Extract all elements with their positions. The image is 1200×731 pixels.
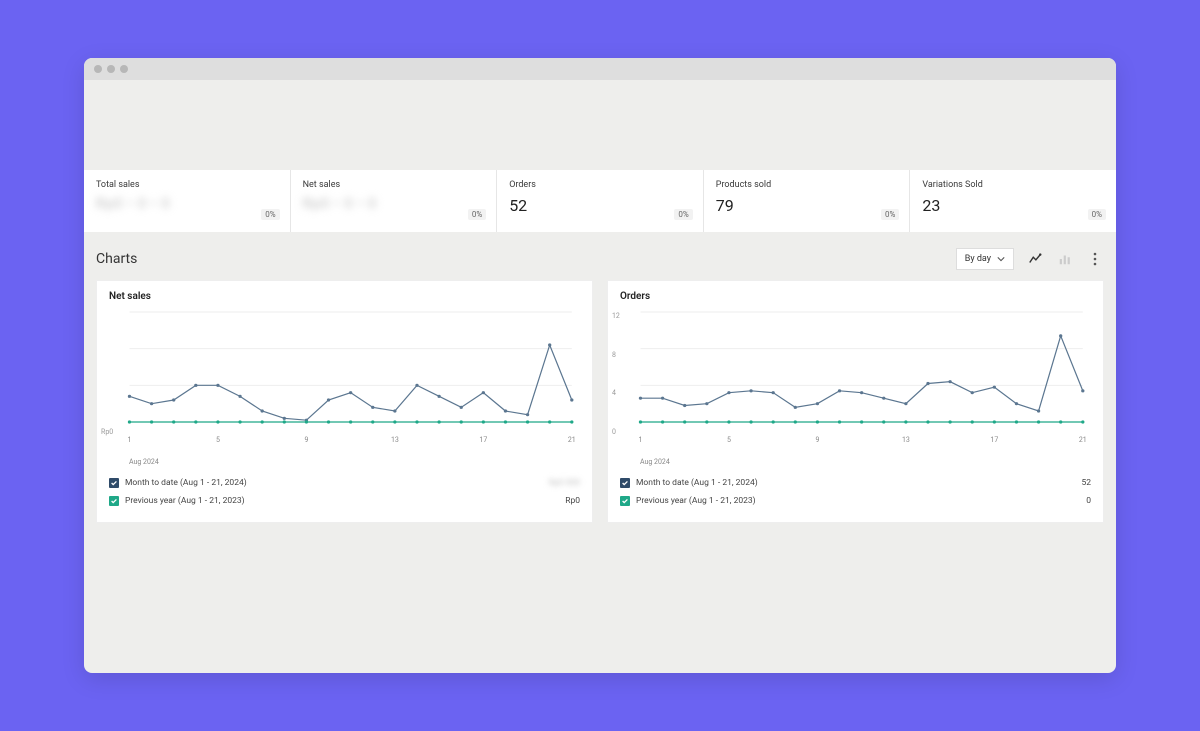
chart-grid: Net sales Rp0 159131721 Aug 2024 Month t… <box>84 280 1116 535</box>
chart-card-orders: Orders 12840 159131721 Aug 2024 Month to… <box>607 280 1104 523</box>
x-tick: 5 <box>216 436 220 444</box>
stat-label: Total sales <box>96 180 278 190</box>
x-tick: 1 <box>128 436 132 444</box>
legend-checkbox[interactable] <box>620 478 630 488</box>
legend-value: Rp0 000 <box>549 478 580 488</box>
stat-value: 23 <box>922 196 1104 215</box>
y-tick: 12 <box>612 312 620 320</box>
app-window: Total salesRp0 • 0 • 00%Net salesRp0 • 0… <box>84 58 1116 673</box>
window-dot <box>107 65 115 73</box>
charts-title: Charts <box>96 251 137 267</box>
legend-checkbox[interactable] <box>620 496 630 506</box>
y-tick: 0 <box>612 428 620 436</box>
chart-legend: Month to date (Aug 1 - 21, 2024) 52 Previo… <box>608 466 1103 522</box>
stat-change-badge: 0% <box>881 209 899 220</box>
legend-label: Month to date (Aug 1 - 21, 2024) <box>636 478 758 488</box>
stat-card[interactable]: Total sales Rp0 • 0 • 00% <box>84 170 291 232</box>
chart-card-net-sales: Net sales Rp0 159131721 Aug 2024 Month t… <box>96 280 593 523</box>
stat-change-badge: 0% <box>674 209 692 220</box>
x-tick: 17 <box>479 436 487 444</box>
header-area <box>84 80 1116 170</box>
interval-select-label: By day <box>965 254 991 264</box>
stat-card[interactable]: Orders 520% <box>497 170 704 232</box>
legend-row[interactable]: Previous year (Aug 1 - 21, 2023) Rp0 <box>109 492 580 510</box>
stat-card[interactable]: Variations Sold 230% <box>910 170 1116 232</box>
chart-svg <box>109 306 580 436</box>
stat-value: 52 <box>509 196 691 215</box>
chart-xaxis: 1 5 9 13 17 21 <box>620 436 1091 460</box>
stat-label: Net sales <box>303 180 485 190</box>
legend-checkbox[interactable] <box>109 496 119 506</box>
legend-row[interactable]: Month to date (Aug 1 - 21, 2024) Rp0 000 <box>109 474 580 492</box>
x-tick: 21 <box>568 436 576 444</box>
legend-row[interactable]: Previous year (Aug 1 - 21, 2023) 0 <box>620 492 1091 510</box>
line-chart-icon[interactable] <box>1026 250 1044 268</box>
interval-select[interactable]: By day <box>956 248 1014 270</box>
stat-change-badge: 0% <box>1088 209 1106 220</box>
bar-chart-icon[interactable] <box>1056 250 1074 268</box>
legend-row[interactable]: Month to date (Aug 1 - 21, 2024) 52 <box>620 474 1091 492</box>
x-tick: 1 <box>639 436 643 444</box>
legend-value: Rp0 <box>565 496 580 506</box>
chart-xaxis: 1 5 9 13 17 21 <box>109 436 580 460</box>
stat-label: Products sold <box>716 180 898 190</box>
chart-area: Rp0 159131721 Aug 2024 <box>97 306 592 466</box>
x-tick: 13 <box>391 436 399 444</box>
y-tick: 8 <box>612 351 620 359</box>
more-options-icon[interactable] <box>1086 250 1104 268</box>
chevron-down-icon <box>997 255 1005 263</box>
y-tick: 4 <box>612 389 620 397</box>
legend-label: Previous year (Aug 1 - 21, 2023) <box>125 496 245 506</box>
chart-svg <box>620 306 1091 436</box>
stats-row: Total salesRp0 • 0 • 00%Net salesRp0 • 0… <box>84 170 1116 232</box>
stat-change-badge: 0% <box>468 209 486 220</box>
legend-label: Month to date (Aug 1 - 21, 2024) <box>125 478 247 488</box>
stat-label: Orders <box>509 180 691 190</box>
x-tick: 5 <box>727 436 731 444</box>
x-tick: 9 <box>304 436 308 444</box>
stat-value: 79 <box>716 196 898 215</box>
chart-title: Orders <box>608 281 1103 306</box>
stat-label: Variations Sold <box>922 180 1104 190</box>
legend-value: 52 <box>1081 478 1091 488</box>
charts-controls: By day <box>956 248 1104 270</box>
x-tick: 17 <box>990 436 998 444</box>
window-dot <box>94 65 102 73</box>
stat-value: Rp0 • 0 • 0 <box>303 196 485 212</box>
chart-area: 12840 159131721 Aug 2024 <box>608 306 1103 466</box>
y-tick: Rp0 <box>101 428 113 436</box>
stat-card[interactable]: Products sold 790% <box>704 170 911 232</box>
chart-legend: Month to date (Aug 1 - 21, 2024) Rp0 000 P… <box>97 466 592 522</box>
stat-value: Rp0 • 0 • 0 <box>96 196 278 212</box>
x-tick: 9 <box>815 436 819 444</box>
titlebar <box>84 58 1116 80</box>
legend-label: Previous year (Aug 1 - 21, 2023) <box>636 496 756 506</box>
stat-card[interactable]: Net sales Rp0 • 0 • 00% <box>291 170 498 232</box>
stat-change-badge: 0% <box>261 209 279 220</box>
charts-header: Charts By day <box>84 232 1116 280</box>
legend-value: 0 <box>1086 496 1091 506</box>
legend-checkbox[interactable] <box>109 478 119 488</box>
x-tick: 13 <box>902 436 910 444</box>
window-dot <box>120 65 128 73</box>
chart-title: Net sales <box>97 281 592 306</box>
x-tick: 21 <box>1079 436 1087 444</box>
